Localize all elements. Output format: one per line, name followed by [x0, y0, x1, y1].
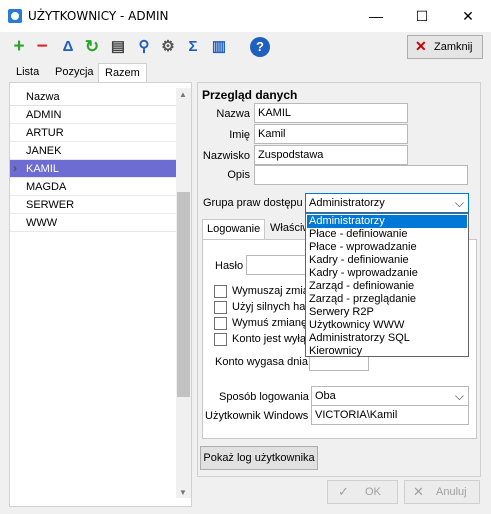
close-button-label: Zamknij: [434, 41, 473, 53]
cancel-button-label: Anuluj: [436, 486, 467, 498]
description-field[interactable]: [254, 165, 468, 185]
check-icon: ✓: [338, 484, 349, 499]
tab-lista[interactable]: Lista: [10, 63, 45, 82]
refresh-icon[interactable]: ↻: [82, 37, 102, 57]
row-pointer-icon: ›: [13, 161, 17, 175]
password-label: Hasło: [215, 260, 244, 272]
list-item[interactable]: MAGDA: [10, 178, 176, 196]
last-name-field[interactable]: Zuspodstawa: [254, 145, 408, 165]
scroll-down-icon[interactable]: ▼: [179, 488, 187, 497]
tab-razem[interactable]: Razem: [98, 63, 147, 82]
filter-icon[interactable]: Δ: [58, 37, 78, 57]
strong-password-label: Użyj silnych has: [232, 301, 311, 313]
login-method-label: Sposób logowania: [219, 391, 309, 403]
group-dropdown-list: Administratorzy Płace - definiowanie Pła…: [305, 213, 469, 357]
minimize-button[interactable]: —: [353, 0, 399, 32]
ok-button[interactable]: ✓ OK: [327, 480, 398, 504]
force-password-change-label: Wymuś zmianę: [232, 317, 308, 329]
dropdown-option[interactable]: Zarząd - przeglądanie: [307, 293, 467, 306]
description-label: Opis: [227, 169, 250, 181]
name-field[interactable]: KAMIL: [254, 103, 408, 123]
dropdown-option[interactable]: Kierownicy: [307, 345, 467, 358]
list-item[interactable]: ARTUR: [10, 124, 176, 142]
dropdown-option[interactable]: Zarząd - definiowanie: [307, 280, 467, 293]
ok-button-label: OK: [365, 486, 381, 498]
window-close-button[interactable]: ✕: [445, 0, 491, 32]
force-change-label: Wymuszaj zmia: [232, 285, 309, 297]
dropdown-option[interactable]: Kadry - wprowadzanie: [307, 267, 467, 280]
close-icon: ✕: [415, 38, 427, 54]
group-select[interactable]: Administratorzy ⌵: [305, 193, 469, 213]
list-item[interactable]: ADMIN: [10, 106, 176, 124]
login-method-select[interactable]: Oba ⌵: [311, 386, 469, 406]
dropdown-option[interactable]: Płace - definiowanie: [307, 228, 467, 241]
chevron-down-icon: ⌵: [454, 389, 464, 403]
dropdown-option[interactable]: Użytkownicy WWW: [307, 319, 467, 332]
print-icon[interactable]: ▤: [108, 37, 128, 57]
sigma-icon[interactable]: Σ: [183, 37, 203, 57]
cancel-icon: ✕: [413, 484, 424, 499]
list-item[interactable]: JANEK: [10, 142, 176, 160]
windows-user-label: Użytkownik Windows: [205, 410, 309, 422]
last-name-label: Nazwisko: [202, 150, 250, 162]
group-label: Grupa praw dostępu: [203, 197, 303, 209]
window-title: UŻYTKOWNICY - ADMIN: [28, 9, 169, 23]
force-change-checkbox[interactable]: [214, 285, 227, 298]
list-header[interactable]: Nazwa: [10, 88, 176, 106]
columns-icon[interactable]: ▥: [209, 37, 229, 57]
account-disabled-label: Konto jest wyłą: [232, 333, 306, 345]
plus-icon[interactable]: +: [9, 37, 29, 57]
settings-icon[interactable]: ⚙: [158, 37, 178, 57]
maximize-button[interactable]: ☐: [399, 0, 445, 32]
chevron-down-icon: ⌵: [454, 196, 464, 210]
dropdown-option[interactable]: Płace - wprowadzanie: [307, 241, 467, 254]
section-title: Przegląd danych: [202, 88, 298, 102]
tab-pozycja[interactable]: Pozycja: [49, 63, 100, 82]
list-item[interactable]: SERWER: [10, 196, 176, 214]
dropdown-option[interactable]: Administratorzy SQL: [307, 332, 467, 345]
minus-icon[interactable]: −: [32, 37, 52, 57]
show-log-button[interactable]: Pokaż log użytkownika: [200, 446, 318, 470]
list-item[interactable]: WWW: [10, 214, 176, 232]
expires-label: Konto wygasa dnia: [215, 356, 308, 368]
search-icon[interactable]: ⚲: [134, 37, 154, 57]
tab-logowanie[interactable]: Logowanie: [202, 219, 266, 239]
dropdown-option[interactable]: Kadry - definiowanie: [307, 254, 467, 267]
force-password-change-checkbox[interactable]: [214, 317, 227, 330]
scroll-up-icon[interactable]: ▲: [179, 90, 187, 99]
dropdown-option[interactable]: Administratorzy: [307, 215, 467, 228]
password-field[interactable]: [246, 255, 308, 275]
app-icon: [8, 9, 22, 23]
close-button[interactable]: ✕ Zamknij: [407, 35, 483, 59]
dropdown-option[interactable]: Serwery R2P: [307, 306, 467, 319]
cancel-button[interactable]: ✕ Anuluj: [404, 480, 480, 504]
first-name-field[interactable]: Kamil: [254, 124, 408, 144]
help-icon[interactable]: ?: [250, 37, 270, 57]
scrollbar-thumb[interactable]: [177, 192, 190, 397]
list-item-selected[interactable]: › KAMIL: [10, 160, 176, 178]
name-label: Nazwa: [216, 108, 250, 120]
windows-user-field[interactable]: VICTORIA\Kamil: [311, 405, 469, 425]
account-disabled-checkbox[interactable]: [214, 333, 227, 346]
first-name-label: Imię: [229, 129, 250, 141]
strong-password-checkbox[interactable]: [214, 301, 227, 314]
